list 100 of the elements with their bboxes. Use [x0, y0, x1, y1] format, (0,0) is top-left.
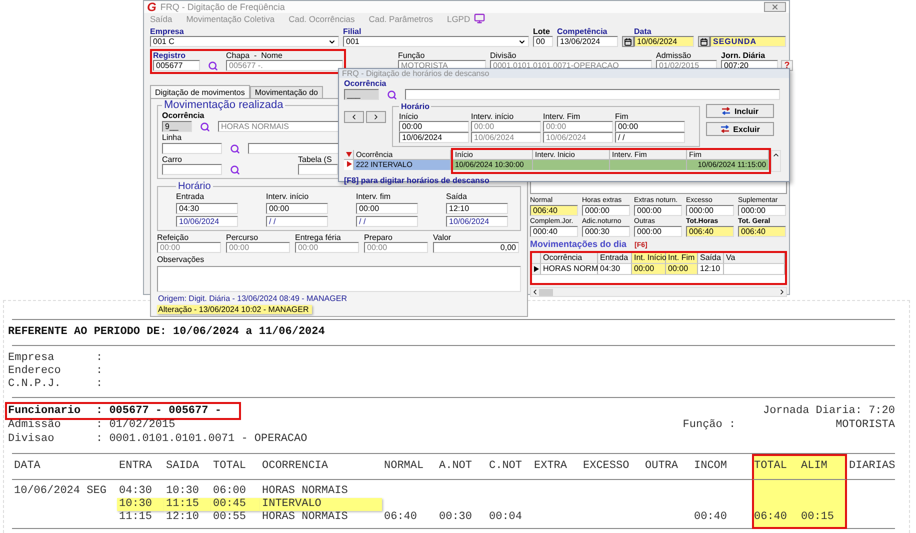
total-field: 000:00 [582, 205, 630, 216]
remove-button[interactable]: Excluir [706, 122, 774, 136]
field-label: Competência [557, 27, 608, 36]
close-button[interactable] [764, 2, 786, 12]
text-field[interactable]: 13/06/2024 [557, 36, 618, 47]
field-label: Ocorrência [344, 79, 386, 88]
field-label: Jorn. Diária [721, 51, 766, 60]
search-icon[interactable] [230, 144, 240, 154]
text-field[interactable]: 10/06/2024 [634, 36, 694, 47]
report-separator: : [96, 365, 103, 378]
text-field[interactable]: 10/06/2024 [176, 216, 238, 227]
text-field[interactable]: / / [615, 132, 685, 143]
text-field[interactable] [405, 89, 780, 100]
text-field[interactable]: 00:00 [226, 242, 290, 253]
text-field[interactable]: 005677 [153, 60, 200, 71]
tab[interactable]: Digitação de movimentos [150, 85, 250, 98]
text-field[interactable] [298, 164, 338, 175]
text-field[interactable]: 00:00 [295, 242, 359, 253]
notes-field[interactable] [157, 266, 521, 292]
text-field[interactable]: 9__ [162, 121, 192, 132]
table-cell: 12:10 [164, 511, 211, 529]
window-title: FRQ - Digitação de Freqüência [160, 2, 286, 12]
calendar-button[interactable] [698, 36, 710, 47]
column-header: C.NOT [487, 454, 532, 480]
field-label: Registro [153, 51, 186, 60]
field-label: Data [634, 27, 652, 36]
total-field: 000:00 [686, 205, 734, 216]
calendar-icon [624, 38, 632, 46]
field-label: Ocorrência [162, 111, 204, 120]
search-icon[interactable] [200, 122, 210, 132]
add-button[interactable]: Incluir [706, 104, 774, 118]
table-cell: 00:55 [211, 511, 260, 529]
report-label: Funcionario [8, 404, 82, 418]
text-field[interactable]: 00:00 [615, 121, 685, 132]
arrows-icon [720, 125, 730, 133]
table-cell: 00:30 [437, 511, 487, 529]
column-header: TOTAL [752, 454, 799, 480]
field-label: Chapa - Nome [226, 51, 282, 60]
field-label: Interv. fim [356, 192, 391, 201]
text-field[interactable]: 00:00 [356, 203, 418, 214]
column-header: OCORRENCIA [260, 454, 382, 480]
search-icon[interactable] [387, 90, 397, 100]
total-field: 000:00 [738, 205, 786, 216]
arrows-icon [721, 107, 732, 115]
next-button[interactable] [366, 111, 386, 123]
table-cell: 00:00 [666, 264, 698, 275]
field-label: Admissão [656, 51, 692, 60]
scrollbar[interactable] [530, 287, 787, 297]
table-cell: HORAS NORM [541, 264, 598, 275]
report-label: Divisao [8, 432, 56, 446]
dropdown-field[interactable]: 001 C [150, 36, 339, 47]
text-field[interactable]: ___ [344, 89, 379, 100]
column-header: TOTAL [211, 454, 260, 480]
text-field[interactable]: 005677 -. [226, 60, 343, 71]
field-label: Filial [343, 27, 362, 36]
text-field[interactable]: 12:10 [446, 203, 508, 214]
scroll-right-icon[interactable] [778, 288, 786, 296]
text-field[interactable]: 00:00 [157, 242, 221, 253]
field-label: Observações [157, 255, 204, 264]
search-icon[interactable] [230, 165, 240, 175]
field-label: Interv. início [471, 112, 514, 121]
text-field[interactable]: 00:00 [364, 242, 428, 253]
text-field[interactable]: / / [266, 216, 328, 227]
text-field[interactable]: 10/06/2024 [446, 216, 508, 227]
scroll-up-icon[interactable] [772, 151, 780, 159]
text-field[interactable] [162, 143, 222, 154]
column-header: DATA [12, 454, 117, 480]
text-field[interactable]: 00:00 [399, 121, 469, 132]
field-label: Percurso [226, 233, 258, 242]
section-title: Movimentações do dia [530, 239, 627, 249]
group-title: Movimentação realizada [163, 100, 284, 111]
column-header: SAIDA [164, 454, 211, 480]
row-pointer-icon [533, 266, 539, 272]
scroll-left-icon[interactable] [531, 288, 539, 296]
monitor-icon[interactable] [474, 13, 486, 24]
report-separator: : [96, 378, 103, 391]
scroll-thumb[interactable] [539, 288, 553, 296]
tab[interactable]: Movimentação do [250, 86, 323, 98]
table-cell: 00:15 [799, 511, 847, 529]
arrow-right-icon [372, 113, 380, 121]
text-field[interactable]: 04:30 [176, 203, 238, 214]
search-icon[interactable] [208, 61, 218, 71]
calendar-button[interactable] [622, 36, 634, 47]
field-label: Entrega féria [295, 233, 341, 242]
calendar-icon [700, 38, 708, 46]
text-field[interactable]: 00:00 [266, 203, 328, 214]
dropdown-field[interactable]: 001 [343, 36, 529, 47]
app-logo: G [147, 1, 156, 13]
text-field[interactable]: / / [356, 216, 418, 227]
table-cell: 04:30 [598, 264, 632, 275]
text-field[interactable]: 00 [533, 36, 553, 47]
scrollbar[interactable] [771, 150, 781, 172]
text-field[interactable]: 0,00 [433, 242, 519, 253]
text-field[interactable]: 10/06/2024 [399, 132, 469, 143]
text-field[interactable] [162, 164, 222, 175]
column-header: ALIM [799, 454, 847, 480]
report-separator: : [96, 352, 103, 365]
previous-button[interactable] [344, 111, 364, 123]
table-cell-text: 04:30 [118, 484, 154, 498]
field-label: Lote [533, 27, 550, 36]
